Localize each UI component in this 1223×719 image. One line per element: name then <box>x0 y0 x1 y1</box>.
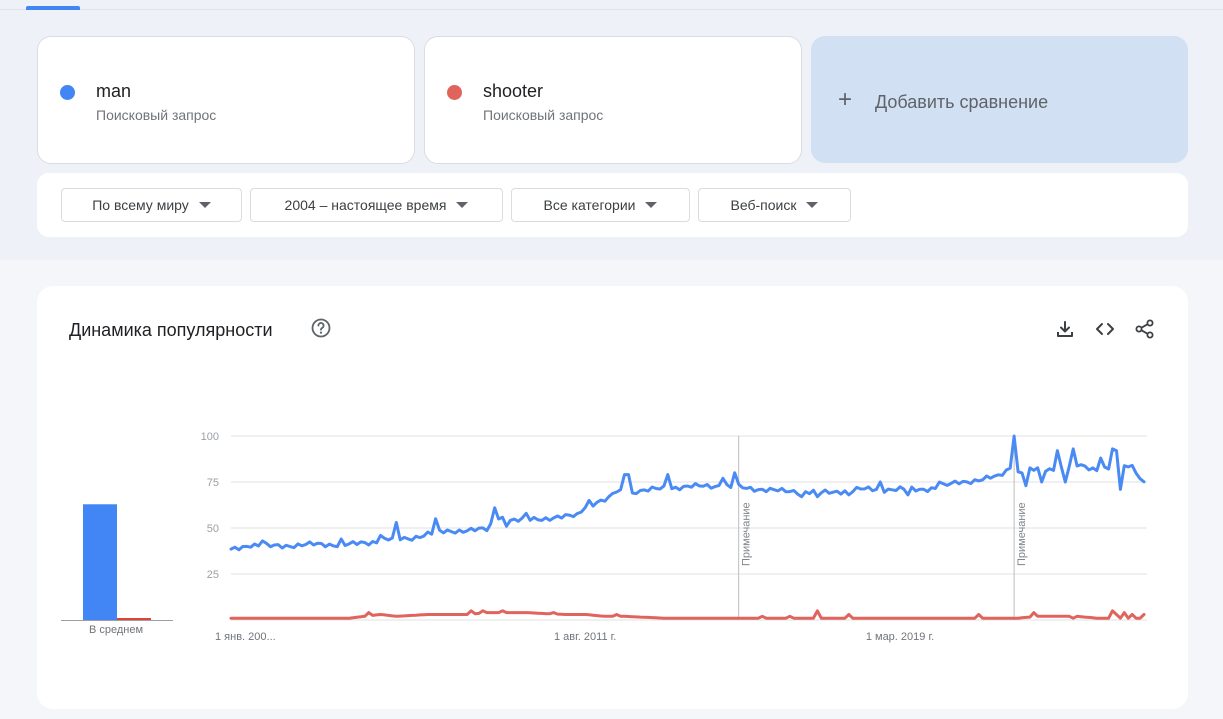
chart-title: Динамика популярности <box>69 320 273 340</box>
dropdown-arrow-icon <box>456 202 469 208</box>
series-color-dot <box>60 85 75 100</box>
y-tick-label: 100 <box>201 431 219 443</box>
share-icon[interactable] <box>1134 318 1156 340</box>
y-tick-label: 50 <box>207 523 219 535</box>
x-tick-label: 1 мар. 2019 г. <box>866 631 934 643</box>
filter-bar: По всему миру 2004 – настоящее время Все… <box>37 173 1188 237</box>
filter-label: 2004 – настоящее время <box>284 197 447 213</box>
average-bar-man <box>83 504 117 620</box>
x-tick-label: 1 янв. 200... <box>215 631 276 643</box>
average-label: В среднем <box>88 624 144 636</box>
term-card-man[interactable]: man Поисковый запрос <box>37 36 415 164</box>
help-circle-icon[interactable] <box>311 318 331 338</box>
dropdown-arrow-icon <box>198 202 211 208</box>
filter-label: Все категории <box>543 197 636 213</box>
term-name[interactable]: man <box>96 81 131 102</box>
filter-search-type-dropdown[interactable]: Веб-поиск <box>698 188 851 222</box>
embed-code-icon[interactable] <box>1094 318 1116 340</box>
top-divider <box>0 9 1223 10</box>
note-label: Примечание <box>741 502 753 566</box>
filter-label: Веб-поиск <box>730 197 797 213</box>
series-line-man <box>229 434 1146 552</box>
series-color-dot <box>447 85 462 100</box>
filter-category-dropdown[interactable]: Все категории <box>511 188 690 222</box>
term-type: Поисковый запрос <box>483 107 604 123</box>
y-tick-label: 25 <box>207 569 219 581</box>
note-label: Примечание <box>1016 502 1028 566</box>
interest-line-chart: 25 50 75 100 Примечание Примечание 1 янв. 200.… <box>201 431 1147 643</box>
download-icon[interactable] <box>1054 318 1076 340</box>
x-tick-label: 1 авг. 2011 г. <box>554 631 616 643</box>
term-card-shooter[interactable]: shooter Поисковый запрос <box>424 36 802 164</box>
interest-over-time-card: Динамика популярности В среднем 25 50 75 10… <box>37 286 1188 709</box>
average-bar-shooter <box>117 618 151 620</box>
filter-region-dropdown[interactable]: По всему миру <box>61 188 242 222</box>
term-name[interactable]: shooter <box>483 81 543 102</box>
add-comparison-label: Добавить сравнение <box>875 92 1049 112</box>
y-tick-label: 75 <box>207 477 219 489</box>
filter-time-range-dropdown[interactable]: 2004 – настоящее время <box>250 188 503 222</box>
term-type: Поисковый запрос <box>96 107 217 123</box>
dropdown-arrow-icon <box>645 202 658 208</box>
active-tab-indicator <box>26 6 80 10</box>
plus-icon: + <box>838 86 853 113</box>
add-comparison-button[interactable]: + Добавить сравнение <box>811 36 1188 163</box>
dropdown-arrow-icon <box>806 202 819 208</box>
average-bar-chart <box>61 504 173 621</box>
filter-label: По всему миру <box>92 197 189 213</box>
series-line-shooter <box>229 609 1146 620</box>
